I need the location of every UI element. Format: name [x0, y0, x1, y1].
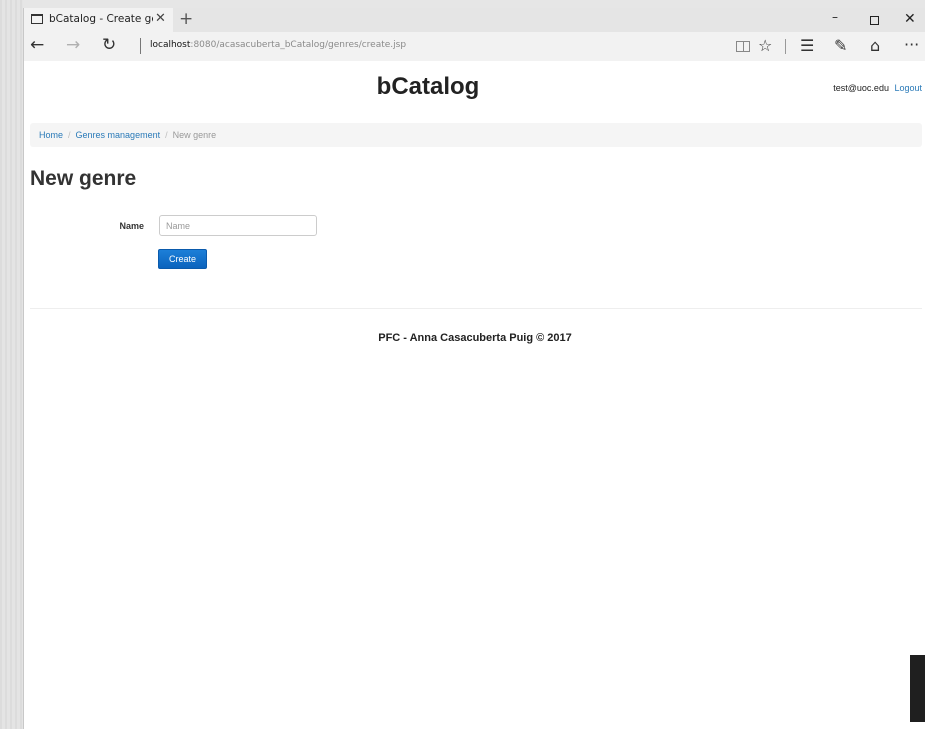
new-tab-icon[interactable]: +	[179, 9, 193, 29]
minimize-icon[interactable]: –	[832, 10, 838, 24]
breadcrumb-separator: /	[165, 130, 168, 140]
forward-icon[interactable]: →	[66, 35, 80, 55]
tab-title: bCatalog - Create genre	[49, 13, 153, 25]
breadcrumb-home-link[interactable]: Home	[39, 130, 63, 140]
brand-title[interactable]: bCatalog	[24, 73, 832, 101]
logout-link[interactable]: Logout	[894, 83, 922, 93]
user-email: test@uoc.edu	[833, 83, 889, 93]
taskbar-widget	[910, 655, 925, 722]
maximize-icon[interactable]	[870, 16, 879, 25]
breadcrumb: Home / Genres management / New genre	[30, 123, 922, 147]
hub-icon[interactable]: ☰	[800, 36, 814, 55]
url-host: localhost	[150, 40, 191, 50]
back-icon[interactable]: ←	[30, 35, 44, 55]
create-button[interactable]: Create	[158, 249, 207, 269]
page-icon	[31, 14, 43, 24]
address-separator	[140, 38, 141, 54]
breadcrumb-genres-link[interactable]: Genres management	[76, 130, 161, 140]
user-box: test@uoc.edu Logout	[833, 83, 922, 93]
breadcrumb-current: New genre	[172, 130, 217, 140]
browser-window: bCatalog - Create genre ✕ + – ✕ ← → ↻ lo…	[23, 8, 925, 729]
desktop-background	[0, 0, 23, 729]
url-path: :8080/acasacuberta_bCatalog/genres/creat…	[190, 40, 407, 50]
name-input[interactable]	[159, 215, 317, 236]
refresh-icon[interactable]: ↻	[102, 35, 116, 55]
footer-divider	[30, 308, 922, 309]
page-title: New genre	[30, 167, 137, 190]
web-page: bCatalog test@uoc.edu Logout Home / Genres…	[24, 61, 925, 729]
address-bar: ← → ↻ localhost:8080/acasacuberta_bCatal…	[24, 32, 925, 61]
breadcrumb-separator: /	[68, 130, 71, 140]
name-label: Name	[119, 221, 144, 231]
tab-create-genre[interactable]: bCatalog - Create genre ✕	[24, 8, 173, 32]
favorite-star-icon[interactable]: ☆	[758, 36, 772, 55]
tab-close-icon[interactable]: ✕	[155, 11, 166, 26]
web-note-icon[interactable]: ✎	[834, 36, 847, 55]
footer-text: PFC - Anna Casacuberta Puig © 2017	[378, 332, 572, 344]
more-icon[interactable]: ···	[904, 35, 919, 54]
toolbar-separator	[785, 39, 786, 54]
close-window-icon[interactable]: ✕	[904, 11, 916, 27]
reading-view-icon[interactable]	[736, 41, 750, 52]
url-field[interactable]: localhost:8080/acasacuberta_bCatalog/gen…	[150, 40, 406, 50]
share-icon[interactable]: ⌂	[870, 36, 880, 55]
tab-bar: bCatalog - Create genre ✕ + – ✕	[24, 8, 925, 32]
